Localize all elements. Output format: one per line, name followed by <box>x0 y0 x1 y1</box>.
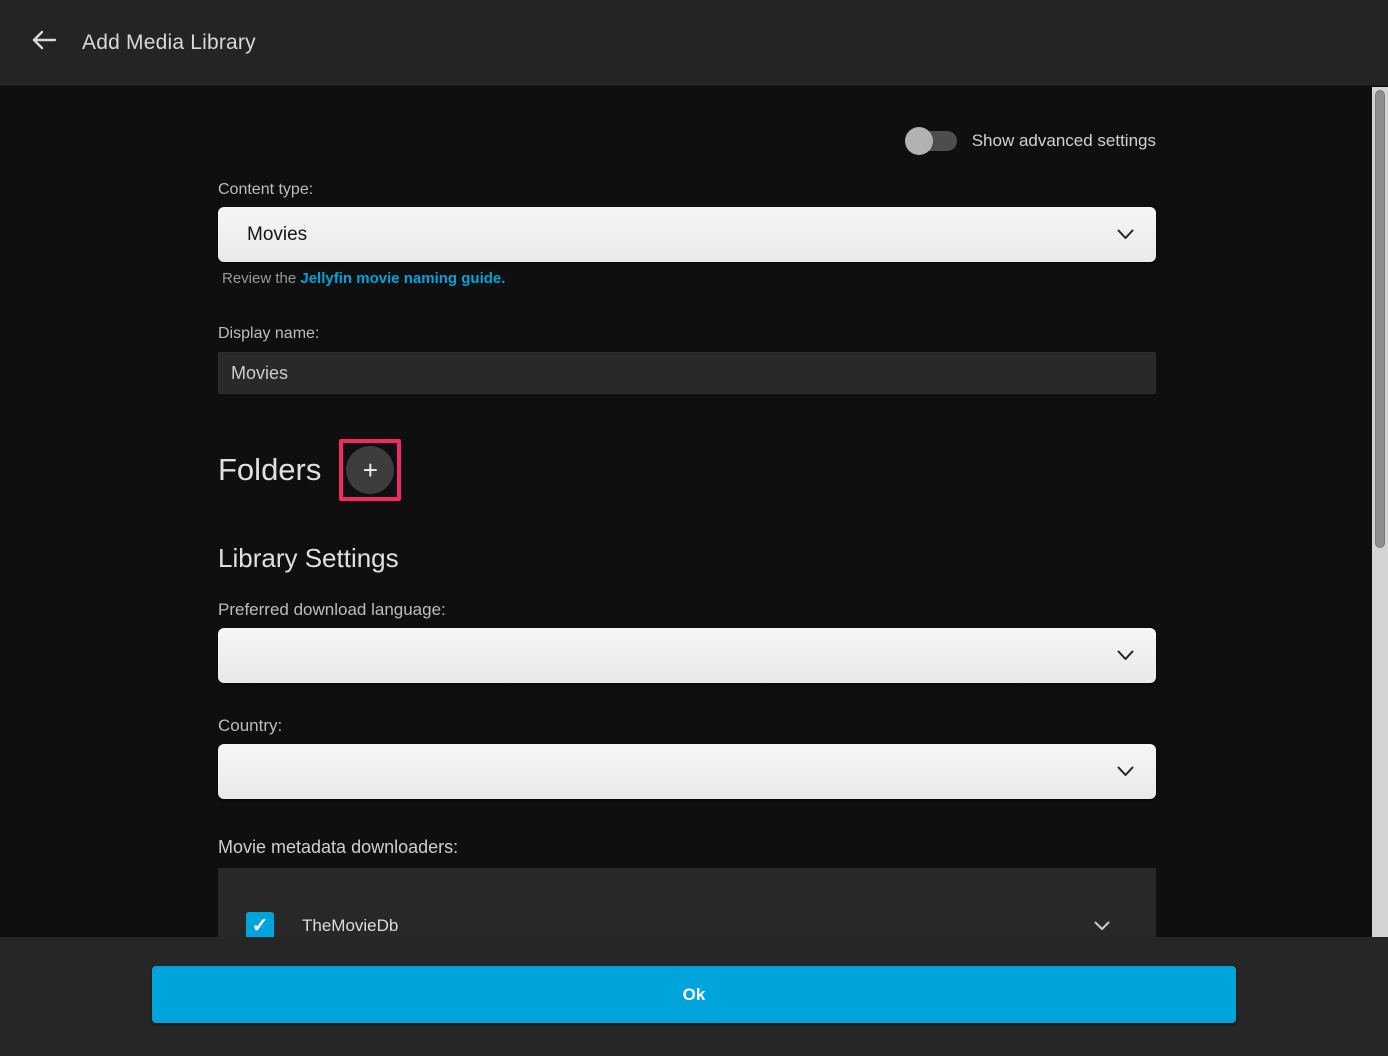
advanced-settings-label[interactable]: Show advanced settings <box>972 131 1156 151</box>
chevron-down-icon <box>1117 766 1134 777</box>
chevron-down-icon <box>1117 650 1134 661</box>
check-icon: ✓ <box>252 913 269 937</box>
form-scroll-area: Show advanced settings Content type: Mov… <box>0 87 1388 937</box>
arrow-left-icon <box>31 29 57 56</box>
content-type-select[interactable]: Movies <box>218 207 1156 262</box>
display-name-label: Display name: <box>218 325 1156 343</box>
naming-guide-helper: Review the Jellyfin movie naming guide. <box>222 270 1156 287</box>
content-type-value: Movies <box>247 224 1117 246</box>
metadata-downloaders-label: Movie metadata downloaders: <box>218 837 1156 858</box>
ok-button[interactable]: Ok <box>152 966 1236 1023</box>
helper-prefix: Review the <box>222 270 300 287</box>
display-name-input[interactable] <box>218 352 1156 394</box>
add-folder-button[interactable]: + <box>346 446 394 494</box>
add-folder-button-focus-ring: + <box>339 439 401 501</box>
helper-suffix: . <box>501 270 505 287</box>
page-title: Add Media Library <box>82 31 256 55</box>
app-bar: Add Media Library <box>0 0 1388 86</box>
themoviedb-checkbox[interactable]: ✓ <box>246 912 274 938</box>
preferred-language-label: Preferred download language: <box>218 600 1156 620</box>
toggle-knob <box>905 127 933 155</box>
chevron-down-icon[interactable] <box>1094 921 1110 931</box>
country-select[interactable] <box>218 744 1156 799</box>
naming-guide-link[interactable]: Jellyfin movie naming guide <box>300 270 501 287</box>
metadata-downloader-list-item: ✓ TheMovieDb <box>218 868 1156 937</box>
footer-bar: Ok <box>0 937 1388 1056</box>
folders-heading: Folders <box>218 452 321 488</box>
advanced-settings-row: Show advanced settings <box>218 127 1156 155</box>
folders-section: Folders + <box>218 439 1156 501</box>
preferred-language-select[interactable] <box>218 628 1156 683</box>
downloader-name: TheMovieDb <box>302 916 1094 936</box>
back-button[interactable] <box>26 25 62 61</box>
scrollbar-track[interactable] <box>1372 87 1388 937</box>
plus-icon: + <box>363 457 378 483</box>
country-label: Country: <box>218 716 1156 736</box>
content-type-label: Content type: <box>218 181 1156 199</box>
chevron-down-icon <box>1117 229 1134 240</box>
advanced-settings-toggle[interactable] <box>905 127 957 155</box>
scrollbar-thumb[interactable] <box>1375 90 1385 548</box>
library-settings-heading: Library Settings <box>218 543 1156 574</box>
